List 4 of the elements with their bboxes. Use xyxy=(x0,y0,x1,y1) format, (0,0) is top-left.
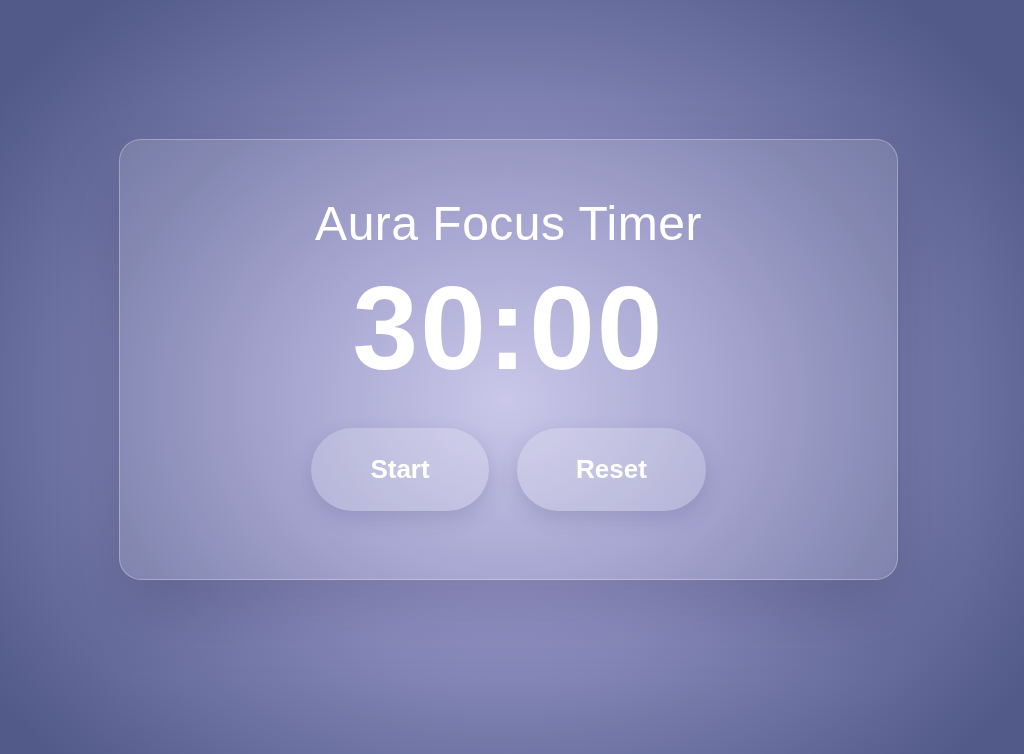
reset-button[interactable]: Reset xyxy=(517,428,706,511)
timer-display: 30:00 xyxy=(352,266,665,390)
start-button[interactable]: Start xyxy=(311,428,489,511)
app-title: Aura Focus Timer xyxy=(315,196,702,252)
